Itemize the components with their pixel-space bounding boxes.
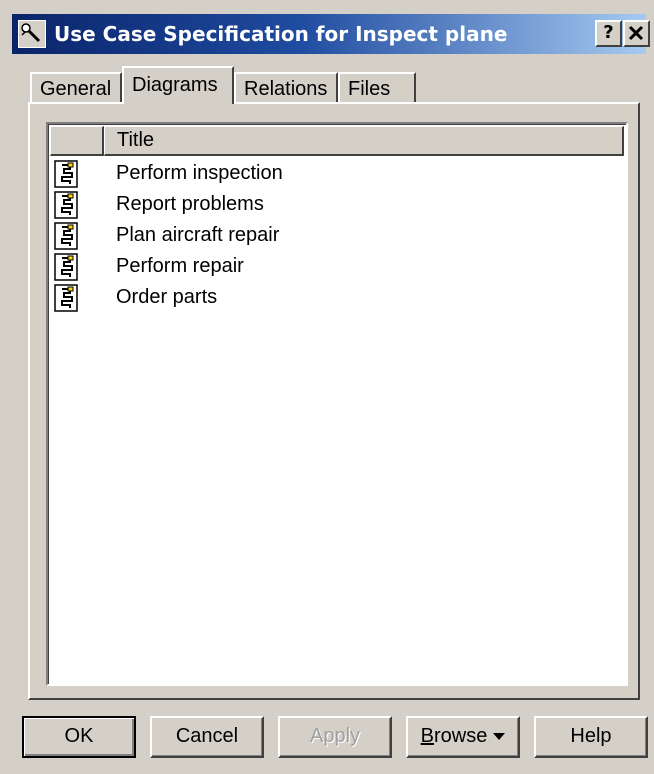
tab-relations-label: Relations [244, 78, 328, 100]
column-header-icon[interactable] [50, 126, 104, 156]
activity-diagram-icon [54, 160, 78, 188]
list-item[interactable]: Perform inspection [50, 158, 624, 189]
list-item-title: Perform repair [116, 255, 244, 277]
list-item-title: Perform inspection [116, 162, 283, 184]
tab-general-label: General [40, 78, 112, 100]
list-item[interactable]: Perform repair [50, 251, 624, 282]
use-case-spec-icon [18, 20, 46, 48]
window-title: Use Case Specification for Inspect plane [54, 22, 508, 46]
dropdown-arrow-icon [493, 733, 506, 741]
cancel-button[interactable]: Cancel [150, 716, 264, 758]
diagrams-list[interactable]: Title Perform inspection Report problems [46, 122, 628, 686]
diagrams-tab-panel: Title Perform inspection Report problems [28, 102, 640, 700]
list-header: Title [50, 126, 624, 156]
activity-diagram-icon [54, 222, 78, 250]
close-button[interactable] [623, 20, 650, 47]
close-icon [628, 25, 644, 41]
title-bar[interactable]: Use Case Specification for Inspect plane… [12, 14, 650, 54]
browse-button[interactable]: Browse [406, 716, 520, 758]
tab-relations[interactable]: Relations [234, 72, 338, 104]
list-item-title: Report problems [116, 193, 264, 215]
help-button[interactable]: Help [534, 716, 648, 758]
tab-general[interactable]: General [30, 72, 122, 104]
list-item-title: Order parts [116, 286, 218, 308]
ok-button[interactable]: OK [22, 716, 136, 758]
help-title-button[interactable]: ? [595, 20, 622, 47]
browse-accelerator: B [420, 725, 434, 747]
tab-files[interactable]: Files [338, 72, 416, 104]
list-item[interactable]: Order parts [50, 282, 624, 313]
browse-label: rowse [433, 725, 488, 747]
list-item[interactable]: Report problems [50, 189, 624, 220]
apply-button[interactable]: Apply [278, 716, 392, 758]
column-header-title[interactable]: Title [104, 126, 624, 156]
use-case-specification-dialog: Use Case Specification for Inspect plane… [0, 0, 654, 774]
activity-diagram-icon [54, 191, 78, 219]
list-item[interactable]: Plan aircraft repair [50, 220, 624, 251]
tab-diagrams[interactable]: Diagrams [122, 66, 234, 104]
tab-files-label: Files [348, 78, 391, 100]
activity-diagram-icon [54, 253, 78, 281]
activity-diagram-icon [54, 284, 78, 312]
tab-diagrams-label: Diagrams [132, 74, 218, 96]
list-item-title: Plan aircraft repair [116, 224, 280, 246]
